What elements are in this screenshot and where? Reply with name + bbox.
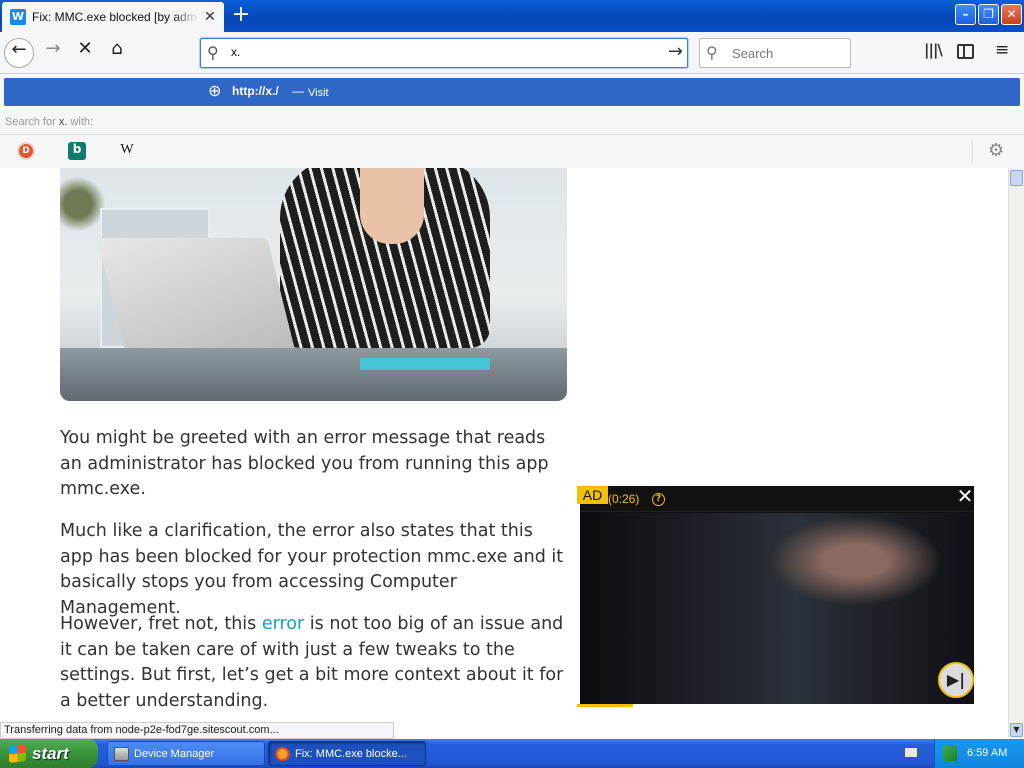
network-icon[interactable] [943,745,957,761]
search-for-prefix: Search for [5,116,59,128]
hero-desk [60,348,567,401]
error-link[interactable]: error [262,614,304,634]
suggestion-separator: — [292,84,304,98]
help-icon[interactable]: ? [652,493,665,506]
search-box[interactable]: ⚲ Search [699,38,851,68]
url-bar[interactable]: ⚲ x. → [200,38,688,68]
hamburger-menu-icon[interactable]: ≡ [995,40,1009,60]
minimize-button[interactable]: – [955,4,976,25]
bing-icon[interactable]: b [68,142,86,160]
ad-header: (0:26) ? [580,486,974,512]
suggestion-url: http://x./ [232,84,279,98]
skip-ad-icon[interactable]: ▶| [938,662,974,698]
ad-badge: AD [577,486,608,504]
search-input[interactable]: Search [732,46,773,61]
library-button[interactable]: |||\ [924,41,943,59]
article-hero-image [60,168,567,401]
url-suggestion-row[interactable]: ⊕ http://x./ — Visit [4,78,1020,106]
wikipedia-icon[interactable]: W [118,142,136,160]
firefox-icon [275,747,290,761]
search-icon: ⚲ [706,43,718,62]
gear-icon[interactable]: ⚙ [988,140,1004,161]
clock[interactable]: 6:59 AM [967,739,1007,768]
close-window-button[interactable]: ✕ [1001,4,1022,25]
scroll-down-arrow-icon[interactable]: ▼ [1010,723,1023,737]
windows-taskbar: start Device Manager Fix: MMC.exe blocke… [0,739,1024,768]
ad-progress-bar [577,704,633,707]
url-input[interactable]: x. [231,45,240,59]
hero-face [360,168,424,244]
tab-title: Fix: MMC.exe blocked [by administrator] [32,10,198,24]
search-icon: ⚲ [207,43,219,62]
taskbar-item-label: Device Manager [134,748,215,760]
vertical-scrollbar[interactable]: ▼ [1008,168,1024,738]
taskbar-item-device-manager[interactable]: Device Manager [107,741,265,766]
page-content: You might be greeted with an error messa… [0,168,1008,722]
duckduckgo-icon[interactable]: D [17,142,35,160]
suggestion-action: Visit [308,87,329,99]
keyboard-icon[interactable] [904,747,918,758]
hero-laptop [97,238,297,358]
search-for-suffix: with: [67,116,94,128]
sidebar-toggle-icon[interactable] [957,44,974,59]
taskbar-item-firefox[interactable]: Fix: MMC.exe blocke... [268,741,426,766]
home-button[interactable]: ⌂ [102,38,132,68]
scrollbar-thumb[interactable] [1010,170,1023,186]
ad-video-frame[interactable] [580,513,974,704]
article-paragraph: However, fret not, this error is not too… [60,612,570,714]
globe-icon: ⊕ [208,81,222,100]
video-ad: (0:26) ? AD ✕ ▶| [577,484,977,707]
tab-active[interactable]: W Fix: MMC.exe blocked [by administrator… [2,2,224,32]
start-button[interactable]: start [0,739,98,768]
back-button[interactable]: ← [4,38,34,68]
stop-loading-button[interactable]: ✕ [70,38,100,68]
article-paragraph: Much like a clarification, the error als… [60,521,564,618]
site-favicon-icon: W [10,9,26,25]
browser-titlebar: W Fix: MMC.exe blocked [by administrator… [0,0,1024,32]
navigation-toolbar: ← → ✕ ⌂ ⚲ x. → ⚲ Search |||\ ≡ [0,32,1024,74]
status-bar: Transferring data from node-p2e-fod7ge.s… [0,722,394,739]
windows-logo-icon [9,744,26,763]
divider [972,139,973,163]
computer-icon [114,747,129,761]
tab-close-icon[interactable]: ✕ [202,9,218,25]
go-arrow-icon[interactable]: → [668,41,683,62]
ad-timer: (0:26) [608,492,640,506]
new-tab-button[interactable]: + [230,4,252,26]
hero-tablet [360,358,490,370]
maximize-button[interactable]: ❐ [978,4,999,25]
taskbar-item-label: Fix: MMC.exe blocke... [295,748,407,760]
forward-button[interactable]: → [38,38,68,68]
system-tray: 6:59 AM [934,739,1024,768]
url-suggestions-dropdown: ⊕ http://x./ — Visit Search for x. with:… [0,75,1024,168]
search-with-label: Search for x. with: [5,116,93,128]
start-label: start [32,744,69,763]
article-paragraph: You might be greeted with an error messa… [60,428,549,499]
paragraph-text: However, fret not, this [60,614,262,634]
close-icon[interactable]: ✕ [953,484,977,508]
search-engine-bar: D b W ⚙ [0,134,1024,168]
